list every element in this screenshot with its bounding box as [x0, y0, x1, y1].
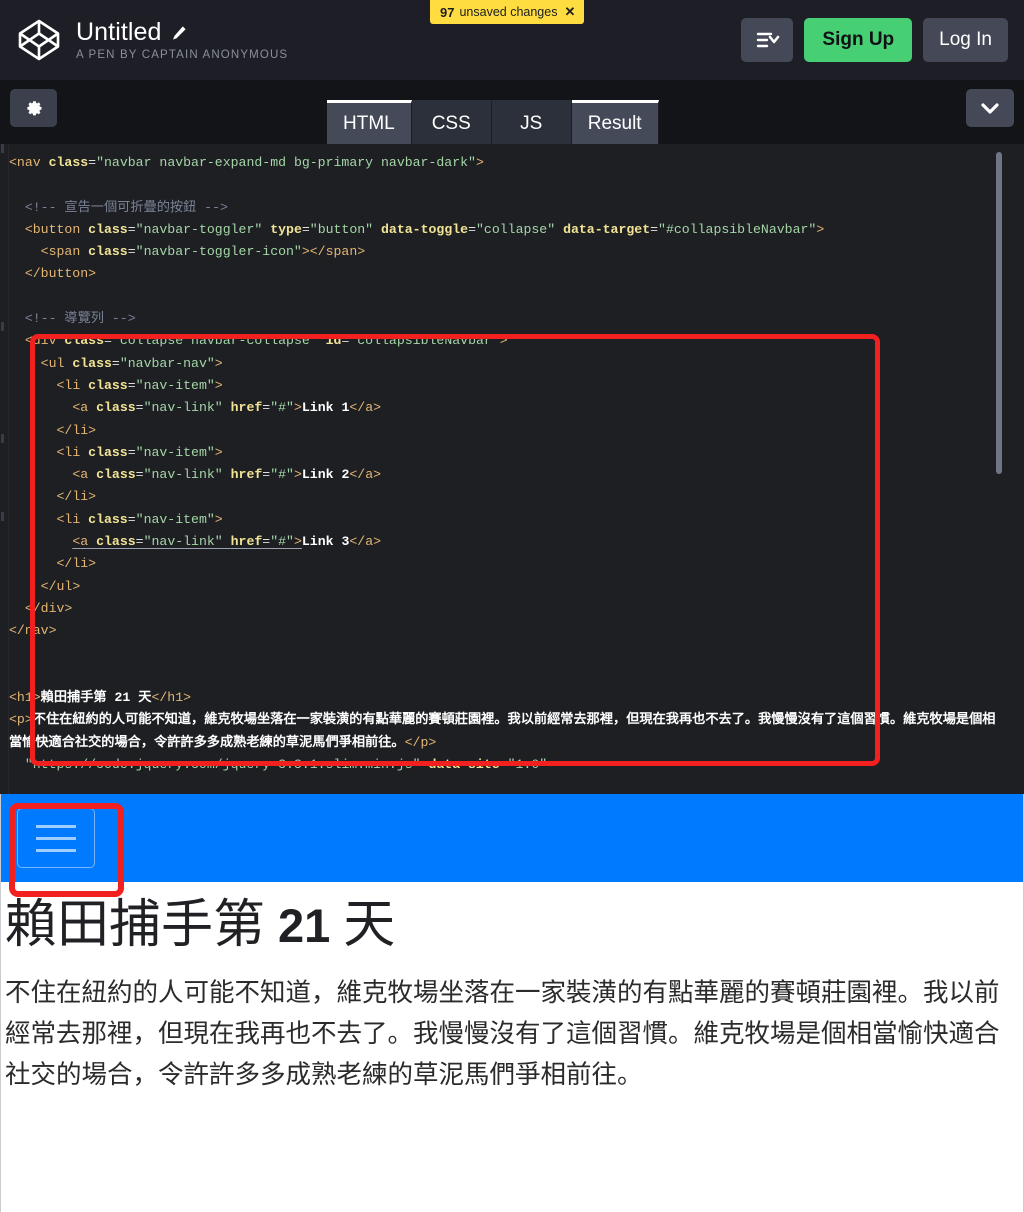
code-line: <li class="nav-item"> — [56, 444, 223, 460]
unsaved-label: unsaved changes — [459, 5, 558, 19]
code-line: </li> — [56, 422, 97, 438]
code-line: </ul> — [40, 578, 81, 594]
list-chevron-icon-button[interactable] — [741, 18, 794, 62]
close-icon[interactable]: ✕ — [564, 4, 575, 20]
pen-title-block: Untitled A PEN BY CAPTAIN ANONYMOUS — [76, 19, 289, 61]
code-line: <nav class="navbar navbar-expand-md bg-p… — [9, 155, 484, 170]
html-code-editor[interactable]: <nav class="navbar navbar-expand-md bg-p… — [0, 144, 1024, 794]
code-line: "https://code.jquery.com/jquery-3.3.1.sl… — [24, 757, 548, 773]
settings-button[interactable] — [10, 89, 57, 127]
code-line: <h1>賴田捕手第 21 天</h1> — [9, 690, 192, 706]
gear-icon — [27, 100, 42, 115]
code-line: <button class="navbar-toggler" type="but… — [24, 221, 825, 237]
navbar-toggler-button[interactable] — [17, 808, 95, 868]
tab-js[interactable]: JS — [491, 100, 572, 144]
preview-paragraph: 不住在紐約的人可能不知道，維克牧場坐落在一家裝潢的有點華麗的賽頓莊園裡。我以前經… — [5, 978, 1000, 1090]
code-line: </button> — [24, 266, 97, 282]
codepen-editor-page: Untitled A PEN BY CAPTAIN ANONYMOUS 97 u… — [0, 0, 1024, 1212]
preview-heading-suffix: 天 — [330, 897, 396, 954]
list-chevron-icon — [757, 32, 780, 48]
code-line: <!-- 宣告一個可折疊的按鈕 --> — [24, 199, 228, 215]
code-line: <li class="nav-item"> — [56, 377, 223, 393]
editor-code-content[interactable]: <nav class="navbar navbar-expand-md bg-p… — [9, 152, 998, 776]
code-line: </div> — [24, 600, 73, 616]
code-line: <a class="nav-link" href="#">Link 2</a> — [72, 467, 382, 483]
pen-byline: A PEN BY CAPTAIN ANONYMOUS — [76, 48, 289, 61]
editor-scrollbar-thumb[interactable] — [996, 152, 1002, 474]
codepen-logo-icon[interactable] — [16, 17, 62, 63]
code-line: <div class="collapse navbar-collapse" id… — [24, 333, 508, 349]
code-line: <ul class="navbar-nav"> — [40, 355, 223, 371]
unsaved-changes-badge: 97 unsaved changes ✕ — [430, 0, 585, 24]
editor-gutter — [0, 144, 9, 794]
preview-heading-number: 21 — [278, 899, 331, 952]
tab-list: HTML CSS JS Result — [327, 100, 659, 144]
code-line: </nav> — [9, 623, 57, 639]
code-line: <a class="nav-link" href="#">Link 1</a> — [72, 400, 382, 416]
app-header: Untitled A PEN BY CAPTAIN ANONYMOUS 97 u… — [0, 0, 1024, 80]
pen-title[interactable]: Untitled — [76, 19, 162, 46]
code-line: <span class="navbar-toggler-icon"></span… — [40, 244, 366, 260]
code-line: <p>不住在紐約的人可能不知道，維克牧場坐落在一家裝潢的有點華麗的賽頓莊園裡。我… — [9, 712, 996, 750]
chevron-down-icon — [981, 103, 999, 114]
preview-content: 賴田捕手第 21 天 不住在紐約的人可能不知道，維克牧場坐落在一家裝潢的有點華麗… — [1, 882, 1023, 1095]
sign-up-button[interactable]: Sign Up — [804, 18, 913, 62]
collapse-panel-button[interactable] — [966, 89, 1014, 127]
code-line: </li> — [56, 489, 97, 505]
hamburger-icon-bar — [36, 836, 76, 840]
tab-result[interactable]: Result — [571, 100, 659, 144]
code-line: <li class="nav-item"> — [56, 511, 223, 527]
editor-tabbar: HTML CSS JS Result — [0, 80, 1024, 144]
preview-navbar — [1, 794, 1023, 882]
hamburger-icon-bar — [36, 824, 76, 828]
unsaved-count: 97 — [440, 4, 455, 20]
log-in-button[interactable]: Log In — [923, 18, 1008, 62]
preview-heading-prefix: 賴田捕手第 — [5, 897, 279, 954]
preview-heading: 賴田捕手第 21 天 — [5, 896, 1013, 956]
header-actions: Sign Up Log In — [741, 18, 1008, 62]
tab-css[interactable]: CSS — [411, 100, 492, 144]
code-line: </li> — [56, 556, 97, 572]
hamburger-icon-bar — [36, 848, 76, 852]
tab-html[interactable]: HTML — [327, 100, 412, 144]
code-line: <!-- 導覽列 --> — [24, 311, 136, 327]
code-line: <a class="nav-link" href="#">Link 3</a> — [72, 534, 382, 550]
result-preview-pane[interactable]: 賴田捕手第 21 天 不住在紐約的人可能不知道，維克牧場坐落在一家裝潢的有點華麗… — [0, 794, 1024, 1212]
pencil-icon[interactable] — [171, 25, 187, 41]
